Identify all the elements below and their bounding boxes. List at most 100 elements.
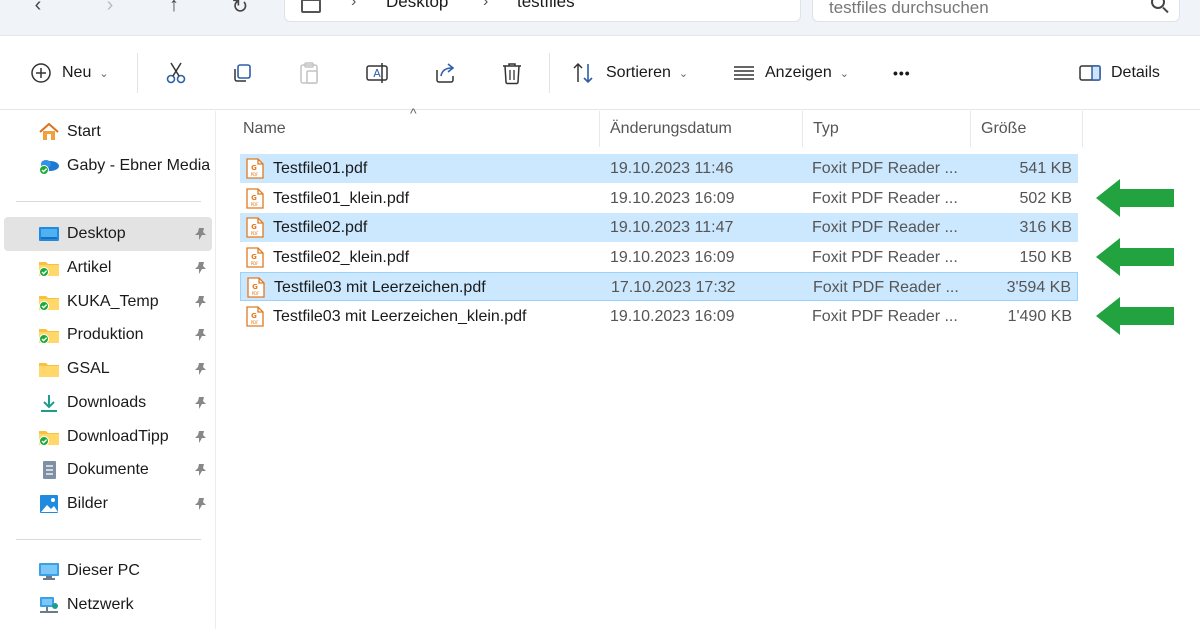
sidebar-item-desktop[interactable]: Desktop xyxy=(4,217,212,251)
sidebar-item-gsal[interactable]: GSAL xyxy=(4,352,212,386)
more-button[interactable]: ••• xyxy=(893,59,911,87)
sidebar-item-label: Downloads xyxy=(67,394,147,411)
pin-icon[interactable] xyxy=(194,463,208,477)
address-box[interactable]: › Desktop › testfiles xyxy=(284,0,801,22)
sidebar-item-bilder[interactable]: Bilder xyxy=(4,487,212,521)
sidebar-item-label: Netzwerk xyxy=(67,596,134,613)
pin-icon[interactable] xyxy=(194,430,208,444)
new-button[interactable]: Neu ⌄ xyxy=(30,59,109,87)
sidebar-item-label: Desktop xyxy=(67,225,126,242)
column-header-type[interactable]: Typ xyxy=(803,111,970,147)
address-bar: ‹ › ↑ ↻ › Desktop › testfiles testfiles … xyxy=(0,0,1200,36)
pdf-file-icon: GPDF xyxy=(246,217,264,238)
network-icon xyxy=(40,597,58,613)
search-input[interactable]: testfiles durchsuchen xyxy=(812,0,1180,22)
share-icon xyxy=(436,63,455,83)
file-size: 502 KB xyxy=(1019,189,1072,207)
back-button[interactable]: ‹ xyxy=(26,0,50,18)
breadcrumb-testfiles[interactable]: testfiles xyxy=(517,0,575,12)
sidebar-item-downloads[interactable]: Downloads xyxy=(4,386,212,420)
up-button[interactable]: ↑ xyxy=(162,0,186,18)
file-size: 541 KB xyxy=(1019,160,1072,177)
view-list-icon xyxy=(734,66,754,80)
delete-button[interactable] xyxy=(501,59,523,87)
breadcrumb-desktop[interactable]: Desktop xyxy=(386,0,448,12)
trash-icon xyxy=(503,63,521,85)
sort-button[interactable]: Sortieren ⌄ xyxy=(572,59,688,87)
sidebar-divider xyxy=(16,539,201,540)
table-row[interactable]: G PDF Testfile02.pdf 19.10.2023 11:47 Foxit … xyxy=(240,213,1078,243)
column-header-name[interactable]: Name xyxy=(233,111,599,147)
search-placeholder: testfiles durchsuchen xyxy=(829,0,989,17)
command-bar: Neu ⌄ A Sortieren ⌄ Anzeigen ⌄ ••• Detai… xyxy=(0,37,1200,110)
copy-icon xyxy=(234,64,251,82)
pc-icon xyxy=(39,563,59,580)
svg-text:PDF: PDF xyxy=(251,202,259,207)
sidebar-item-label: Bilder xyxy=(67,495,108,512)
pin-icon[interactable] xyxy=(194,261,208,275)
file-size: 316 KB xyxy=(1019,219,1072,237)
sidebar-item-produktion[interactable]: Produktion xyxy=(4,318,212,352)
chevron-down-icon: ⌄ xyxy=(99,67,109,80)
sidebar-item-netzwerk[interactable]: Netzwerk xyxy=(4,588,212,622)
rename-icon: A xyxy=(366,63,388,83)
sidebar-item-artikel[interactable]: Artikel xyxy=(4,251,212,285)
sidebar-item-kuka-temp[interactable]: KUKA_Temp xyxy=(4,285,212,319)
green-arrow-icon xyxy=(1096,297,1174,335)
pin-icon[interactable] xyxy=(194,328,208,342)
copy-button[interactable] xyxy=(231,59,253,87)
chevron-right-icon: › xyxy=(351,0,357,10)
sidebar-item-start[interactable]: Start xyxy=(4,115,212,149)
sidebar-item-dieser-pc[interactable]: Dieser PC xyxy=(4,554,212,588)
column-header-date[interactable]: Änderungsdatum xyxy=(600,111,802,147)
svg-text:G: G xyxy=(251,164,257,172)
table-row[interactable]: G PDF Testfile03 mit Leerzeichen.pdf 17.10.… xyxy=(240,272,1078,302)
pin-icon[interactable] xyxy=(194,362,208,376)
pin-icon[interactable] xyxy=(194,497,208,511)
folder-icon xyxy=(39,296,59,311)
refresh-button[interactable]: ↻ xyxy=(228,0,252,18)
search-icon[interactable] xyxy=(1151,0,1165,9)
folder-icon xyxy=(39,329,59,344)
column-divider[interactable] xyxy=(1082,111,1083,147)
sidebar-item-onedrive[interactable]: Gaby - Ebner Media xyxy=(4,149,212,183)
view-button[interactable]: Anzeigen ⌄ xyxy=(733,59,849,87)
cut-button[interactable] xyxy=(165,59,187,87)
file-type: Foxit PDF Reader ... xyxy=(813,279,959,297)
svg-text:PDF: PDF xyxy=(251,261,259,266)
sidebar-item-label: Start xyxy=(67,123,101,140)
view-label: Anzeigen xyxy=(765,64,832,81)
share-button[interactable] xyxy=(433,59,457,87)
paste-button[interactable] xyxy=(298,59,320,87)
sidebar-item-label: Gaby - Ebner Media xyxy=(67,157,211,174)
sidebar-item-label: Dieser PC xyxy=(67,562,140,579)
download-icon xyxy=(41,395,57,412)
table-row[interactable]: G PDF Testfile02_klein.pdf 19.10.2023 16:09… xyxy=(240,243,1078,272)
pin-icon[interactable] xyxy=(194,227,208,241)
folder-icon xyxy=(39,431,59,446)
rename-button[interactable]: A xyxy=(365,59,389,87)
pc-icon xyxy=(301,0,321,13)
file-type: Foxit PDF Reader ... xyxy=(812,308,958,325)
column-header-size[interactable]: Größe xyxy=(971,111,1082,147)
sidebar-divider xyxy=(16,201,201,202)
pdf-file-icon: GPDF xyxy=(246,158,264,179)
file-name: Testfile03 mit Leerzeichen.pdf xyxy=(274,279,486,297)
pin-icon[interactable] xyxy=(194,396,208,410)
pin-icon[interactable] xyxy=(194,295,208,309)
sidebar-item-downloadtipp[interactable]: DownloadTipp xyxy=(4,420,212,454)
file-name: Testfile01.pdf xyxy=(273,160,368,177)
pdf-file-icon: GPDF xyxy=(246,187,264,209)
forward-button[interactable]: › xyxy=(98,0,122,18)
sidebar-item-label: Artikel xyxy=(67,259,112,276)
details-button[interactable]: Details xyxy=(1079,59,1160,87)
table-row[interactable]: G PDF Testfile01.pdf 19.10.2023 11:46 Foxit … xyxy=(240,154,1078,183)
table-row[interactable]: G PDF Testfile03 mit Leerzeichen_klein.pdf… xyxy=(240,302,1078,331)
new-label: Neu xyxy=(62,64,92,81)
sidebar-item-dokumente[interactable]: Dokumente xyxy=(4,453,212,487)
file-size: 1'490 KB xyxy=(1007,308,1072,325)
onedrive-icon xyxy=(39,160,59,175)
table-row[interactable]: G PDF Testfile01_klein.pdf 19.10.2023 16:09… xyxy=(240,184,1078,213)
svg-text:PDF: PDF xyxy=(251,172,259,177)
scissors-icon xyxy=(166,62,186,84)
